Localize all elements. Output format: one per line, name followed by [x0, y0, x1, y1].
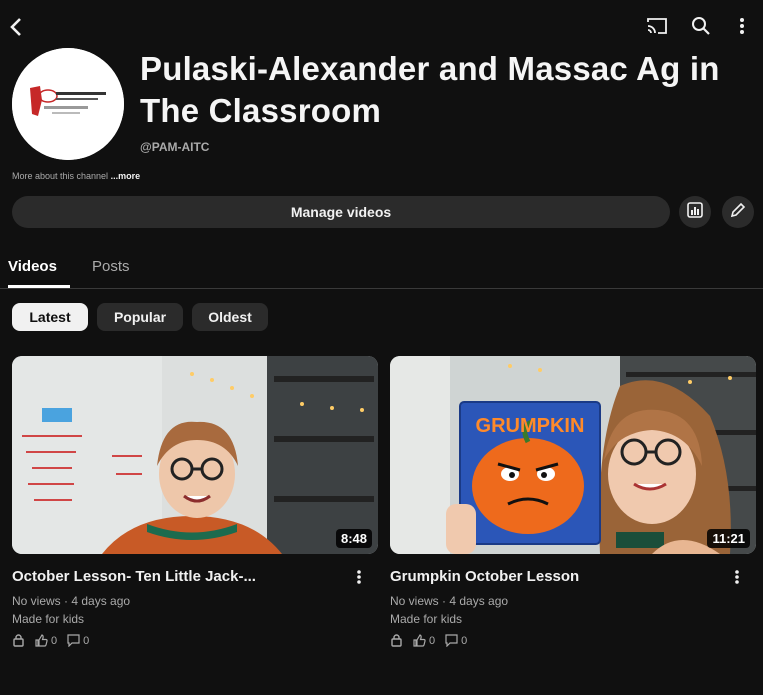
edit-channel-button[interactable] [722, 196, 754, 228]
comment-count: 0 [83, 634, 90, 647]
video-title[interactable]: October Lesson- Ten Little Jack-... [12, 568, 342, 585]
video-thumbnail[interactable]: 8:48 [12, 356, 378, 554]
channel-avatar[interactable] [12, 48, 124, 160]
analytics-button[interactable] [679, 196, 711, 228]
comment-count: 0 [461, 634, 468, 647]
like-icon [413, 634, 426, 647]
book-title: GRUMPKIN [476, 415, 585, 437]
video-meta: No views · 4 days ago [390, 594, 509, 608]
chip-oldest[interactable]: Oldest [192, 303, 268, 331]
channel-title: Pulaski-Alexander and Massac Ag in The C… [140, 50, 720, 129]
channel-tabs: Videos Posts [0, 252, 763, 289]
about-text: More about this channel [12, 171, 109, 181]
like-count: 0 [51, 634, 58, 647]
video-meta: No views · 4 days ago [12, 594, 131, 608]
pencil-icon [730, 202, 746, 223]
video-card[interactable]: GRUMPKIN 11:21 Grumpkin October Lesson N… [390, 356, 756, 647]
comment-icon [67, 634, 80, 647]
chip-popular[interactable]: Popular [97, 303, 183, 331]
video-stats: 0 0 [12, 634, 89, 647]
video-duration: 11:21 [707, 529, 750, 548]
video-card[interactable]: 8:48 October Lesson- Ten Little Jack-...… [12, 356, 378, 647]
about-more[interactable]: ...more [111, 171, 141, 181]
cast-icon[interactable] [642, 12, 672, 40]
video-duration: 8:48 [335, 529, 372, 548]
manage-videos-button[interactable]: Manage videos [12, 196, 670, 228]
video-title[interactable]: Grumpkin October Lesson [390, 568, 720, 585]
video-audience: Made for kids [12, 612, 85, 626]
tab-selected-indicator [8, 285, 70, 288]
tab-videos[interactable]: Videos [8, 258, 57, 275]
lock-icon [390, 634, 403, 647]
comment-icon [445, 634, 458, 647]
channel-page: Pulaski-Alexander and Massac Ag in The C… [0, 0, 763, 695]
tab-posts[interactable]: Posts [92, 258, 130, 275]
more-vert-icon[interactable] [730, 12, 754, 40]
like-count: 0 [429, 634, 436, 647]
chip-latest[interactable]: Latest [12, 303, 88, 331]
search-icon[interactable] [686, 12, 716, 40]
top-app-bar [0, 0, 763, 54]
video-more-icon[interactable] [734, 568, 742, 588]
channel-handle: @PAM-AITC [140, 140, 210, 154]
video-stats: 0 0 [390, 634, 467, 647]
analytics-icon [687, 201, 703, 223]
channel-about-link[interactable]: More about this channel ...more [12, 171, 140, 181]
like-icon [35, 634, 48, 647]
video-thumbnail[interactable]: GRUMPKIN 11:21 [390, 356, 756, 554]
back-arrow-icon[interactable] [4, 14, 28, 40]
video-more-icon[interactable] [356, 568, 364, 588]
lock-icon [12, 634, 25, 647]
video-audience: Made for kids [390, 612, 463, 626]
